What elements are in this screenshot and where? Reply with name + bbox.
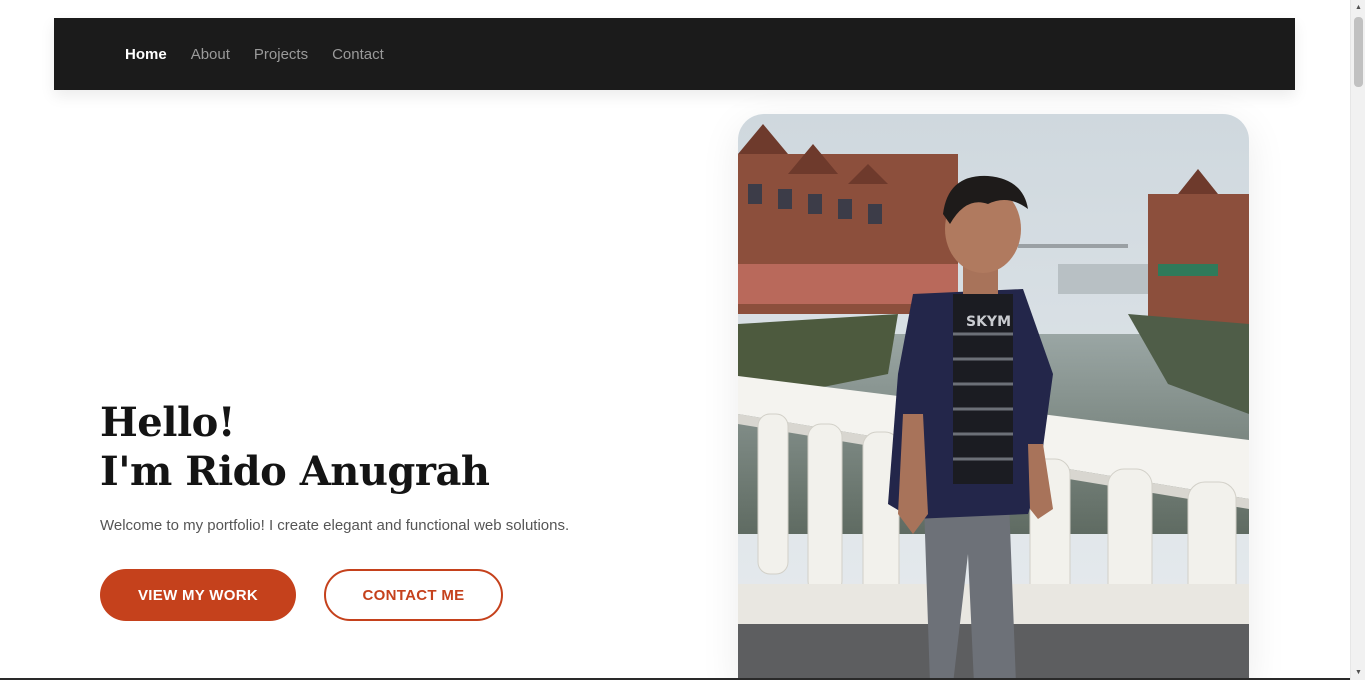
navbar: Home About Projects Contact: [54, 18, 1295, 90]
scroll-thumb[interactable]: [1354, 17, 1363, 87]
contact-me-button[interactable]: CONTACT ME: [324, 569, 503, 621]
scroll-down-icon[interactable]: ▼: [1351, 665, 1365, 680]
shirt-text: SKYM: [966, 314, 1011, 330]
nav-home[interactable]: Home: [125, 46, 167, 63]
scroll-up-icon[interactable]: ▲: [1351, 0, 1365, 15]
hero-subtitle: Welcome to my portfolio! I create elegan…: [100, 517, 570, 534]
hero-title: Hello! I'm Rido Anugrah: [100, 398, 490, 496]
profile-photo: SKYM: [738, 114, 1249, 680]
nav-contact[interactable]: Contact: [332, 46, 384, 63]
hero-greeting: Hello!: [100, 399, 235, 446]
view-my-work-button[interactable]: VIEW MY WORK: [100, 569, 296, 621]
nav-projects[interactable]: Projects: [254, 46, 308, 63]
page-scrollbar[interactable]: ▲ ▼: [1350, 0, 1365, 680]
nav-about[interactable]: About: [191, 46, 230, 63]
hero-name: I'm Rido Anugrah: [100, 448, 490, 495]
